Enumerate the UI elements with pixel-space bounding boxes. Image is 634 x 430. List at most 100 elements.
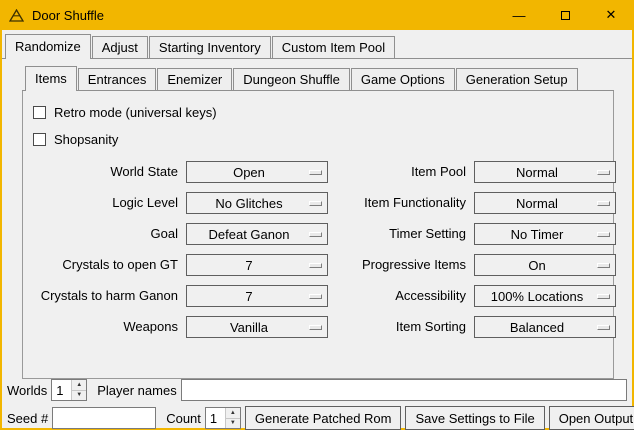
crystals-gt-label: Crystals to open GT (33, 254, 181, 276)
dropdown-indicator-icon (309, 232, 322, 237)
maximize-icon (561, 11, 570, 20)
goal-dropdown[interactable]: Defeat Ganon (186, 223, 328, 245)
item-functionality-dropdown[interactable]: Normal (474, 192, 616, 214)
sub-tab-bar: Items Entrances Enemizer Dungeon Shuffle… (22, 62, 614, 91)
seed-input[interactable] (52, 407, 156, 429)
app-icon (9, 8, 25, 22)
generate-rom-button[interactable]: Generate Patched Rom (245, 406, 402, 430)
dropdown-indicator-icon (309, 263, 322, 268)
count-spin-arrows: ▲ ▼ (225, 408, 240, 428)
tab-custom-item-pool[interactable]: Custom Item Pool (272, 36, 395, 58)
minimize-button[interactable]: — (496, 0, 542, 30)
logic-level-value: No Glitches (215, 196, 282, 211)
goal-value: Defeat Ganon (209, 227, 290, 242)
timer-setting-value: No Timer (511, 227, 564, 242)
maximize-button[interactable] (542, 0, 588, 30)
subtab-entrances[interactable]: Entrances (78, 68, 157, 90)
progressive-items-label: Progressive Items (333, 254, 469, 276)
progressive-items-value: On (528, 258, 545, 273)
item-functionality-label: Item Functionality (333, 192, 469, 214)
seed-label: Seed # (7, 411, 48, 426)
subtab-items[interactable]: Items (25, 66, 77, 91)
retro-mode-row: Retro mode (universal keys) (33, 99, 609, 126)
item-pool-value: Normal (516, 165, 558, 180)
dropdown-indicator-icon (597, 170, 610, 175)
item-sorting-value: Balanced (510, 320, 564, 335)
subtab-dungeon-shuffle[interactable]: Dungeon Shuffle (233, 68, 350, 90)
player-names-input[interactable] (181, 379, 627, 401)
subtab-game-options[interactable]: Game Options (351, 68, 455, 90)
main-tab-bar: Randomize Adjust Starting Inventory Cust… (2, 30, 632, 59)
save-settings-button[interactable]: Save Settings to File (405, 406, 544, 430)
world-state-dropdown[interactable]: Open (186, 161, 328, 183)
count-spinbox[interactable]: 1 ▲ ▼ (205, 407, 241, 429)
tab-randomize[interactable]: Randomize (5, 34, 91, 59)
items-subpage: Retro mode (universal keys) Shopsanity W… (22, 91, 614, 379)
crystals-ganon-label: Crystals to harm Ganon (33, 285, 181, 307)
accessibility-value: 100% Locations (491, 289, 584, 304)
item-pool-dropdown[interactable]: Normal (474, 161, 616, 183)
worlds-row: Worlds 1 ▲ ▼ Player names (7, 379, 627, 401)
item-sorting-label: Item Sorting (333, 316, 469, 338)
randomize-page: Items Entrances Enemizer Dungeon Shuffle… (2, 59, 632, 430)
bottom-controls: Worlds 1 ▲ ▼ Player names Seed # Count (2, 379, 632, 430)
subtab-enemizer[interactable]: Enemizer (157, 68, 232, 90)
spin-down-icon[interactable]: ▼ (72, 390, 86, 401)
retro-mode-checkbox[interactable] (33, 106, 46, 119)
spin-up-icon[interactable]: ▲ (226, 408, 240, 418)
close-button[interactable]: ✕ (588, 0, 634, 30)
dropdown-indicator-icon (597, 325, 610, 330)
dropdown-indicator-icon (309, 294, 322, 299)
world-state-label: World State (33, 161, 181, 183)
weapons-value: Vanilla (230, 320, 268, 335)
player-names-label: Player names (97, 383, 176, 398)
worlds-spin-arrows: ▲ ▼ (71, 380, 86, 400)
close-icon: ✕ (606, 7, 617, 23)
logic-level-dropdown[interactable]: No Glitches (186, 192, 328, 214)
crystals-ganon-dropdown[interactable]: 7 (186, 285, 328, 307)
worlds-spinbox[interactable]: 1 ▲ ▼ (51, 379, 87, 401)
dropdown-indicator-icon (597, 294, 610, 299)
worlds-value[interactable]: 1 (52, 380, 71, 400)
count-value[interactable]: 1 (206, 408, 225, 428)
crystals-ganon-value: 7 (245, 289, 252, 304)
shopsanity-row: Shopsanity (33, 126, 609, 153)
dropdown-indicator-icon (309, 325, 322, 330)
dropdown-indicator-icon (597, 201, 610, 206)
timer-setting-dropdown[interactable]: No Timer (474, 223, 616, 245)
worlds-label: Worlds (7, 383, 47, 398)
shopsanity-checkbox[interactable] (33, 133, 46, 146)
item-functionality-value: Normal (516, 196, 558, 211)
spin-up-icon[interactable]: ▲ (72, 380, 86, 390)
dropdown-indicator-icon (597, 232, 610, 237)
dropdown-indicator-icon (597, 263, 610, 268)
titlebar[interactable]: Door Shuffle — ✕ (0, 0, 634, 30)
world-state-value: Open (233, 165, 265, 180)
item-pool-label: Item Pool (333, 161, 469, 183)
timer-setting-label: Timer Setting (333, 223, 469, 245)
sub-notebook: Items Entrances Enemizer Dungeon Shuffle… (22, 62, 614, 379)
options-grid: World State Open Item Pool Normal Logic … (33, 161, 609, 338)
retro-mode-label: Retro mode (universal keys) (54, 105, 217, 120)
dropdown-indicator-icon (309, 201, 322, 206)
seed-row: Seed # Count 1 ▲ ▼ Generate Patched Rom … (7, 406, 627, 430)
crystals-gt-dropdown[interactable]: 7 (186, 254, 328, 276)
app-window: Door Shuffle — ✕ Randomize Adjust Starti… (0, 0, 634, 430)
weapons-dropdown[interactable]: Vanilla (186, 316, 328, 338)
client-area: Randomize Adjust Starting Inventory Cust… (2, 30, 632, 428)
progressive-items-dropdown[interactable]: On (474, 254, 616, 276)
open-output-button[interactable]: Open Output Directory (549, 406, 634, 430)
crystals-gt-value: 7 (245, 258, 252, 273)
dropdown-indicator-icon (309, 170, 322, 175)
window-title: Door Shuffle (32, 8, 104, 23)
window-controls: — ✕ (496, 0, 634, 30)
item-sorting-dropdown[interactable]: Balanced (474, 316, 616, 338)
tab-adjust[interactable]: Adjust (92, 36, 148, 58)
accessibility-dropdown[interactable]: 100% Locations (474, 285, 616, 307)
accessibility-label: Accessibility (333, 285, 469, 307)
count-label: Count (166, 411, 201, 426)
minimize-icon: — (513, 8, 526, 23)
tab-starting-inventory[interactable]: Starting Inventory (149, 36, 271, 58)
subtab-generation-setup[interactable]: Generation Setup (456, 68, 578, 90)
spin-down-icon[interactable]: ▼ (226, 418, 240, 429)
